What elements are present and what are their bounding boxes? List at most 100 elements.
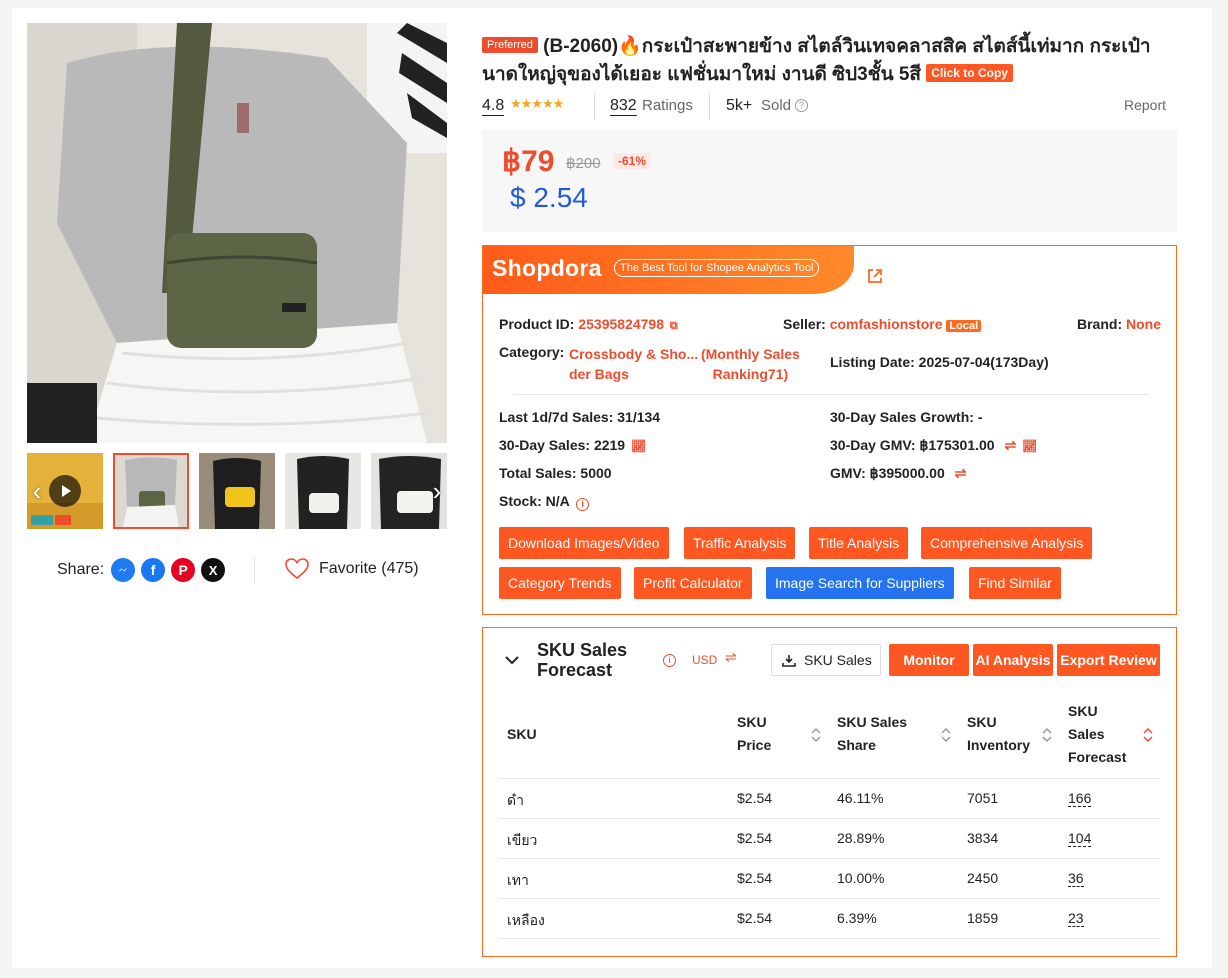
report-link[interactable]: Report (1124, 97, 1166, 113)
usd-price: $ 2.54 (510, 182, 588, 213)
thumbnail-prev-arrow-icon[interactable]: ‹ (27, 478, 47, 504)
stock: Stock: N/A (499, 493, 570, 509)
product-id-label: Product ID: (499, 316, 575, 332)
thumbnail-next-arrow-icon[interactable]: › (427, 478, 447, 504)
traffic-analysis-button[interactable]: Traffic Analysis (684, 527, 796, 559)
sku-price: $2.54 (737, 870, 773, 886)
currency-swap-icon[interactable]: ⇌ (1004, 437, 1016, 453)
sku-info-icon[interactable]: i (663, 654, 676, 667)
category-label: Category: (499, 344, 565, 360)
gmv-trend-chart-icon[interactable]: 📈︎ (1022, 439, 1037, 453)
title-analysis-button[interactable]: Title Analysis (809, 527, 909, 559)
collapse-chevron-icon[interactable] (505, 655, 519, 665)
seller-value[interactable]: comfashionstore (830, 316, 943, 332)
sort-forecast-icon[interactable] (1143, 727, 1153, 743)
header-sku-price[interactable]: SKU Price (737, 711, 771, 757)
sold-count: 5k+ (726, 97, 753, 114)
category-ranking: (Monthly Sales Ranking71) (701, 344, 800, 384)
image-search-suppliers-button[interactable]: Image Search for Suppliers (766, 567, 954, 599)
sales-30d: 30-Day Sales: 2219 (499, 437, 626, 453)
sales-1d-7d: Last 1d/7d Sales: 31/134 (499, 409, 661, 425)
sort-inventory-icon[interactable] (1042, 727, 1052, 743)
table-row: ดำ $2.54 46.11% 7051 166 (499, 778, 1160, 818)
product-id-value[interactable]: 25395824798 (578, 316, 664, 332)
sku-panel-title: SKU Sales Forecast (537, 640, 627, 680)
header-sku-sales-share[interactable]: SKU Sales Share (837, 711, 907, 757)
play-icon[interactable] (49, 475, 81, 507)
facebook-icon[interactable]: f (141, 558, 166, 582)
monitor-button[interactable]: Monitor (889, 644, 969, 676)
preferred-badge: Preferred (482, 37, 538, 53)
copy-id-icon[interactable]: ⧉ (670, 320, 678, 332)
table-row-divider (499, 938, 1160, 978)
sku-inventory: 3834 (967, 830, 999, 846)
favorite-button[interactable]: Favorite (475) (284, 557, 419, 581)
favorite-label: Favorite (475) (319, 560, 419, 577)
external-link-icon[interactable] (867, 268, 883, 284)
sku-share: 10.00% (837, 870, 885, 886)
header-price-line-1: SKU (737, 714, 767, 730)
rating-value[interactable]: 4.8 (482, 97, 505, 116)
pinterest-icon[interactable]: P (171, 558, 196, 582)
header-sku-inventory[interactable]: SKU Inventory (967, 711, 1030, 757)
ranking-line-1: (Monthly Sales (701, 346, 800, 362)
sort-share-icon[interactable] (941, 727, 951, 743)
sku-name: เทา (507, 872, 529, 888)
sku-price: $2.54 (737, 790, 773, 806)
sales-trend-chart-icon[interactable]: 📈︎ (631, 439, 646, 453)
header-sku-sales-forecast[interactable]: SKU Sales Forecast (1068, 700, 1126, 769)
table-row: เหลือง $2.54 6.39% 1859 23 (499, 898, 1160, 938)
table-row: เขียว $2.54 28.89% 3834 104 (499, 818, 1160, 858)
stock-info-icon[interactable]: i (576, 498, 590, 511)
category-line-2: der Bags (569, 366, 629, 382)
gmv: GMV: ฿395000.00 (830, 465, 945, 481)
sku-currency-swap-icon[interactable]: ⇌ (725, 649, 737, 666)
download-images-button[interactable]: Download Images/Video (499, 527, 669, 559)
listing-date: Listing Date: 2025-07-04(173Day) (830, 354, 1049, 370)
sku-share: 28.89% (837, 830, 885, 846)
original-price: ฿200 (566, 155, 601, 172)
sku-forecast-panel: SKU Sales Forecast i USD ⇌ SKU Sales Mon… (482, 627, 1177, 957)
find-similar-button[interactable]: Find Similar (969, 567, 1061, 599)
sold-label: Sold (761, 97, 792, 114)
brand-value: None (1126, 316, 1162, 332)
sku-forecast[interactable]: 36 (1068, 870, 1084, 887)
sku-inventory: 7051 (967, 790, 999, 806)
total-sales: Total Sales: 5000 (499, 465, 612, 481)
category-value[interactable]: Crossbody & Sho... der Bags (569, 344, 698, 384)
gmv-currency-swap-icon[interactable]: ⇌ (955, 465, 967, 481)
thumbnail-image-3[interactable] (285, 453, 361, 529)
local-badge: Local (946, 320, 982, 332)
sku-sales-download-button[interactable]: SKU Sales (771, 644, 881, 676)
sold-help-icon[interactable]: ? (795, 99, 808, 112)
thumbnail-image-1[interactable] (113, 453, 189, 529)
info-divider (513, 394, 1148, 395)
ratings-count[interactable]: 832 (610, 97, 637, 116)
share-row: Share: f P X (57, 556, 226, 584)
sort-price-icon[interactable] (811, 727, 821, 743)
sales-30d-row: 30-Day Sales: 2219 📈︎ (499, 437, 646, 453)
sku-forecast[interactable]: 23 (1068, 910, 1084, 927)
stock-row: Stock: N/A i (499, 493, 590, 511)
main-product-image[interactable] (27, 23, 447, 443)
x-icon[interactable]: X (201, 558, 226, 582)
seller-row: Seller: comfashionstore Local (783, 316, 982, 332)
click-to-copy-button[interactable]: Click to Copy (926, 64, 1013, 82)
export-review-button[interactable]: Export Review (1057, 644, 1160, 676)
thumbnail-image-2[interactable] (199, 453, 275, 529)
ai-analysis-button[interactable]: AI Analysis (973, 644, 1053, 676)
sku-name: เหลือง (507, 912, 545, 928)
shopdora-panel: Shopdora The Best Tool for Shopee Analyt… (482, 245, 1177, 615)
comprehensive-analysis-button[interactable]: Comprehensive Analysis (921, 527, 1093, 559)
sku-forecast[interactable]: 166 (1068, 790, 1092, 807)
sku-inventory: 2450 (967, 870, 999, 886)
product-title: (B-2060)🔥กระเป๋าสะพายข้าง สไตล์วินเทจคลา… (482, 36, 1151, 85)
sku-forecast[interactable]: 104 (1068, 830, 1092, 847)
profit-calculator-button[interactable]: Profit Calculator (634, 567, 752, 599)
messenger-icon[interactable] (111, 558, 136, 582)
category-trends-button[interactable]: Category Trends (499, 567, 621, 599)
sales-growth-30d: 30-Day Sales Growth: - (830, 409, 983, 425)
current-price: ฿79 (502, 145, 555, 178)
discount-badge: -61% (614, 153, 651, 169)
sku-title-line-2: Forecast (537, 660, 613, 680)
